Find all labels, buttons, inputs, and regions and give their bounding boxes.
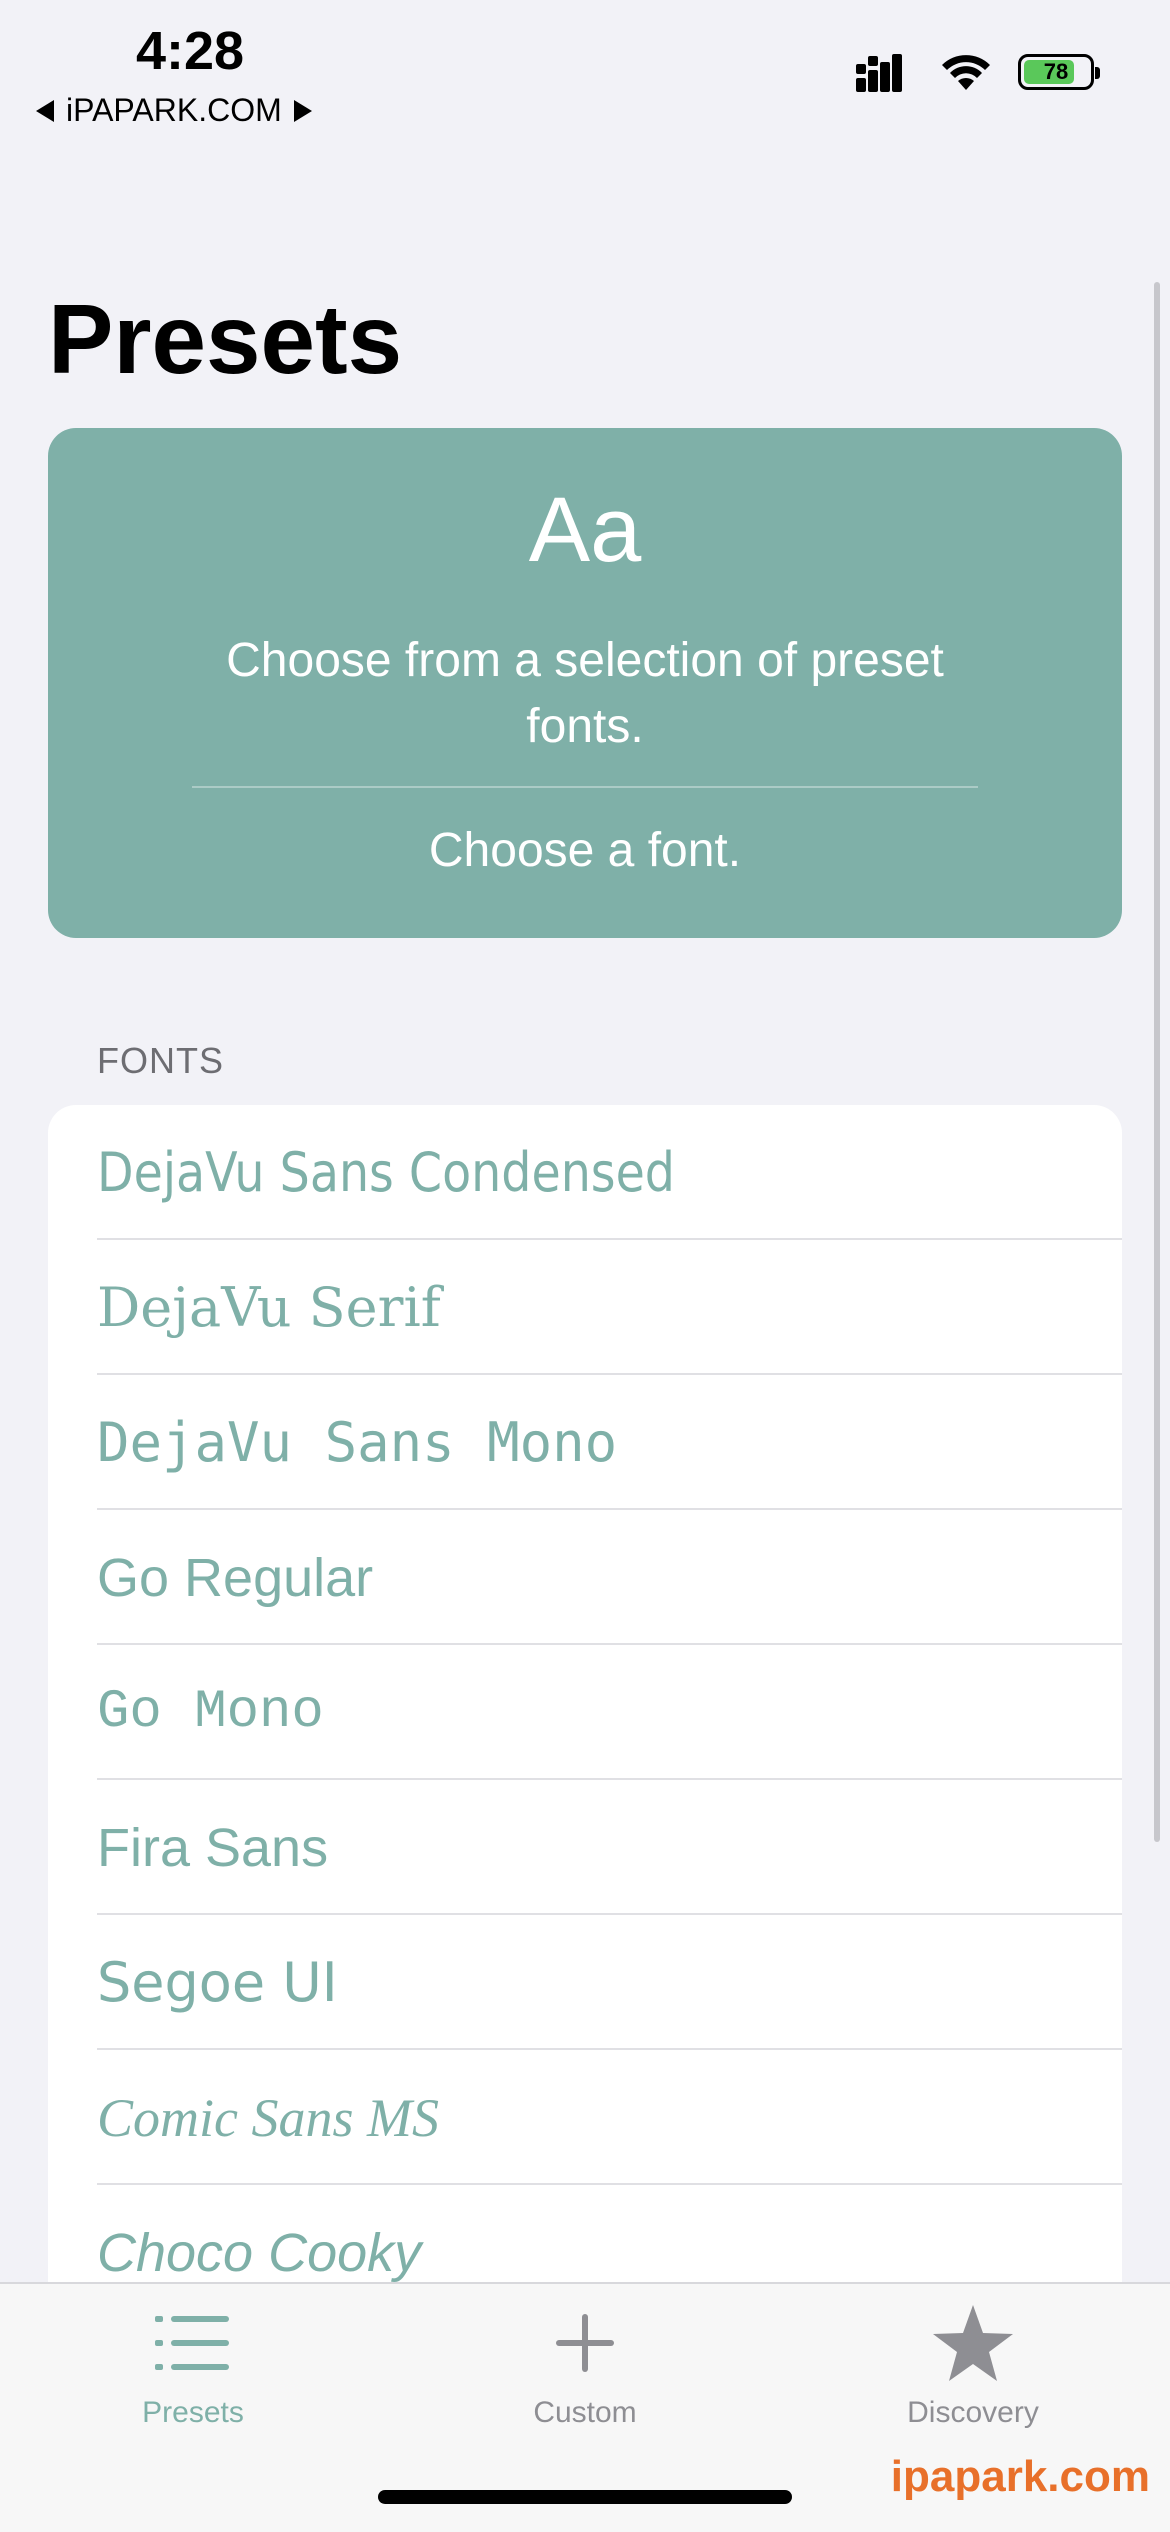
back-arrow-icon bbox=[36, 99, 54, 122]
font-row-dejavu-sans-mono[interactable]: DejaVu Sans Mono bbox=[48, 1375, 1122, 1510]
page-title: Presets bbox=[48, 284, 403, 394]
tab-presets[interactable]: Presets bbox=[43, 2298, 343, 2430]
font-glyph-sample: Aa bbox=[528, 479, 642, 581]
status-time: 4:28 bbox=[136, 21, 245, 81]
battery-nub bbox=[1095, 67, 1100, 79]
battery-percent: 78 bbox=[1043, 59, 1069, 84]
home-indicator[interactable] bbox=[378, 2490, 792, 2504]
hero-card: Aa Choose from a selection of preset fon… bbox=[48, 428, 1122, 938]
font-row-dejavu-serif[interactable]: DejaVu Serif bbox=[48, 1240, 1122, 1375]
scroll-indicator[interactable] bbox=[1154, 282, 1160, 1842]
font-label: Go Regular bbox=[97, 1547, 374, 1608]
status-icons: 78 bbox=[856, 52, 1100, 92]
font-row-dejavu-sans-condensed[interactable]: DejaVu Sans Condensed bbox=[48, 1105, 1122, 1240]
wifi-icon bbox=[942, 55, 990, 90]
tab-label: Discovery bbox=[907, 2396, 1039, 2429]
hero-description: Choose from a selection of preset fonts. bbox=[226, 634, 944, 753]
watermark: ipapark.com bbox=[890, 2452, 1150, 2501]
font-label: Choco Cooky bbox=[97, 2222, 422, 2283]
tab-label: Presets bbox=[142, 2396, 244, 2429]
font-list: DejaVu Sans Condensed DejaVu Serif DejaV… bbox=[48, 1105, 1122, 2405]
list-icon bbox=[43, 2298, 343, 2388]
font-row-fira-sans[interactable]: Fira Sans bbox=[48, 1780, 1122, 1915]
back-app-label: iPAPARK.COM bbox=[66, 92, 282, 128]
forward-arrow-icon bbox=[293, 99, 312, 122]
plus-icon bbox=[435, 2298, 735, 2388]
font-label: Segoe UI bbox=[97, 1951, 338, 2014]
section-header-fonts: FONTS bbox=[97, 1040, 224, 1081]
tab-custom[interactable]: Custom bbox=[435, 2298, 735, 2430]
battery-icon: 78 bbox=[1018, 54, 1100, 90]
font-label: Fira Sans bbox=[97, 1817, 329, 1878]
hero-divider bbox=[192, 786, 978, 788]
font-label: DejaVu Sans Condensed bbox=[97, 1141, 675, 1204]
font-row-segoe-ui[interactable]: Segoe UI bbox=[48, 1915, 1122, 2050]
tab-discovery[interactable]: Discovery bbox=[823, 2298, 1123, 2430]
star-icon bbox=[823, 2298, 1123, 2388]
cellular-signal-icon bbox=[856, 54, 902, 92]
font-label: Go Mono bbox=[97, 1682, 324, 1743]
back-to-app-link[interactable]: iPAPARK.COM bbox=[36, 92, 312, 129]
font-row-go-regular[interactable]: Go Regular bbox=[48, 1510, 1122, 1645]
font-row-comic-sans-ms[interactable]: Comic Sans MS bbox=[48, 2050, 1122, 2185]
font-row-go-mono[interactable]: Go Mono bbox=[48, 1645, 1122, 1780]
screen: 4:28 iPAPARK.COM 78 Presets Aa Choose fr… bbox=[0, 0, 1170, 2532]
font-label: Comic Sans MS bbox=[97, 2087, 439, 2148]
choose-font-prompt[interactable]: Choose a font. bbox=[48, 818, 1122, 884]
font-label: DejaVu Serif bbox=[97, 1276, 441, 1339]
tab-label: Custom bbox=[533, 2396, 637, 2429]
font-label: DejaVu Sans Mono bbox=[97, 1411, 618, 1474]
